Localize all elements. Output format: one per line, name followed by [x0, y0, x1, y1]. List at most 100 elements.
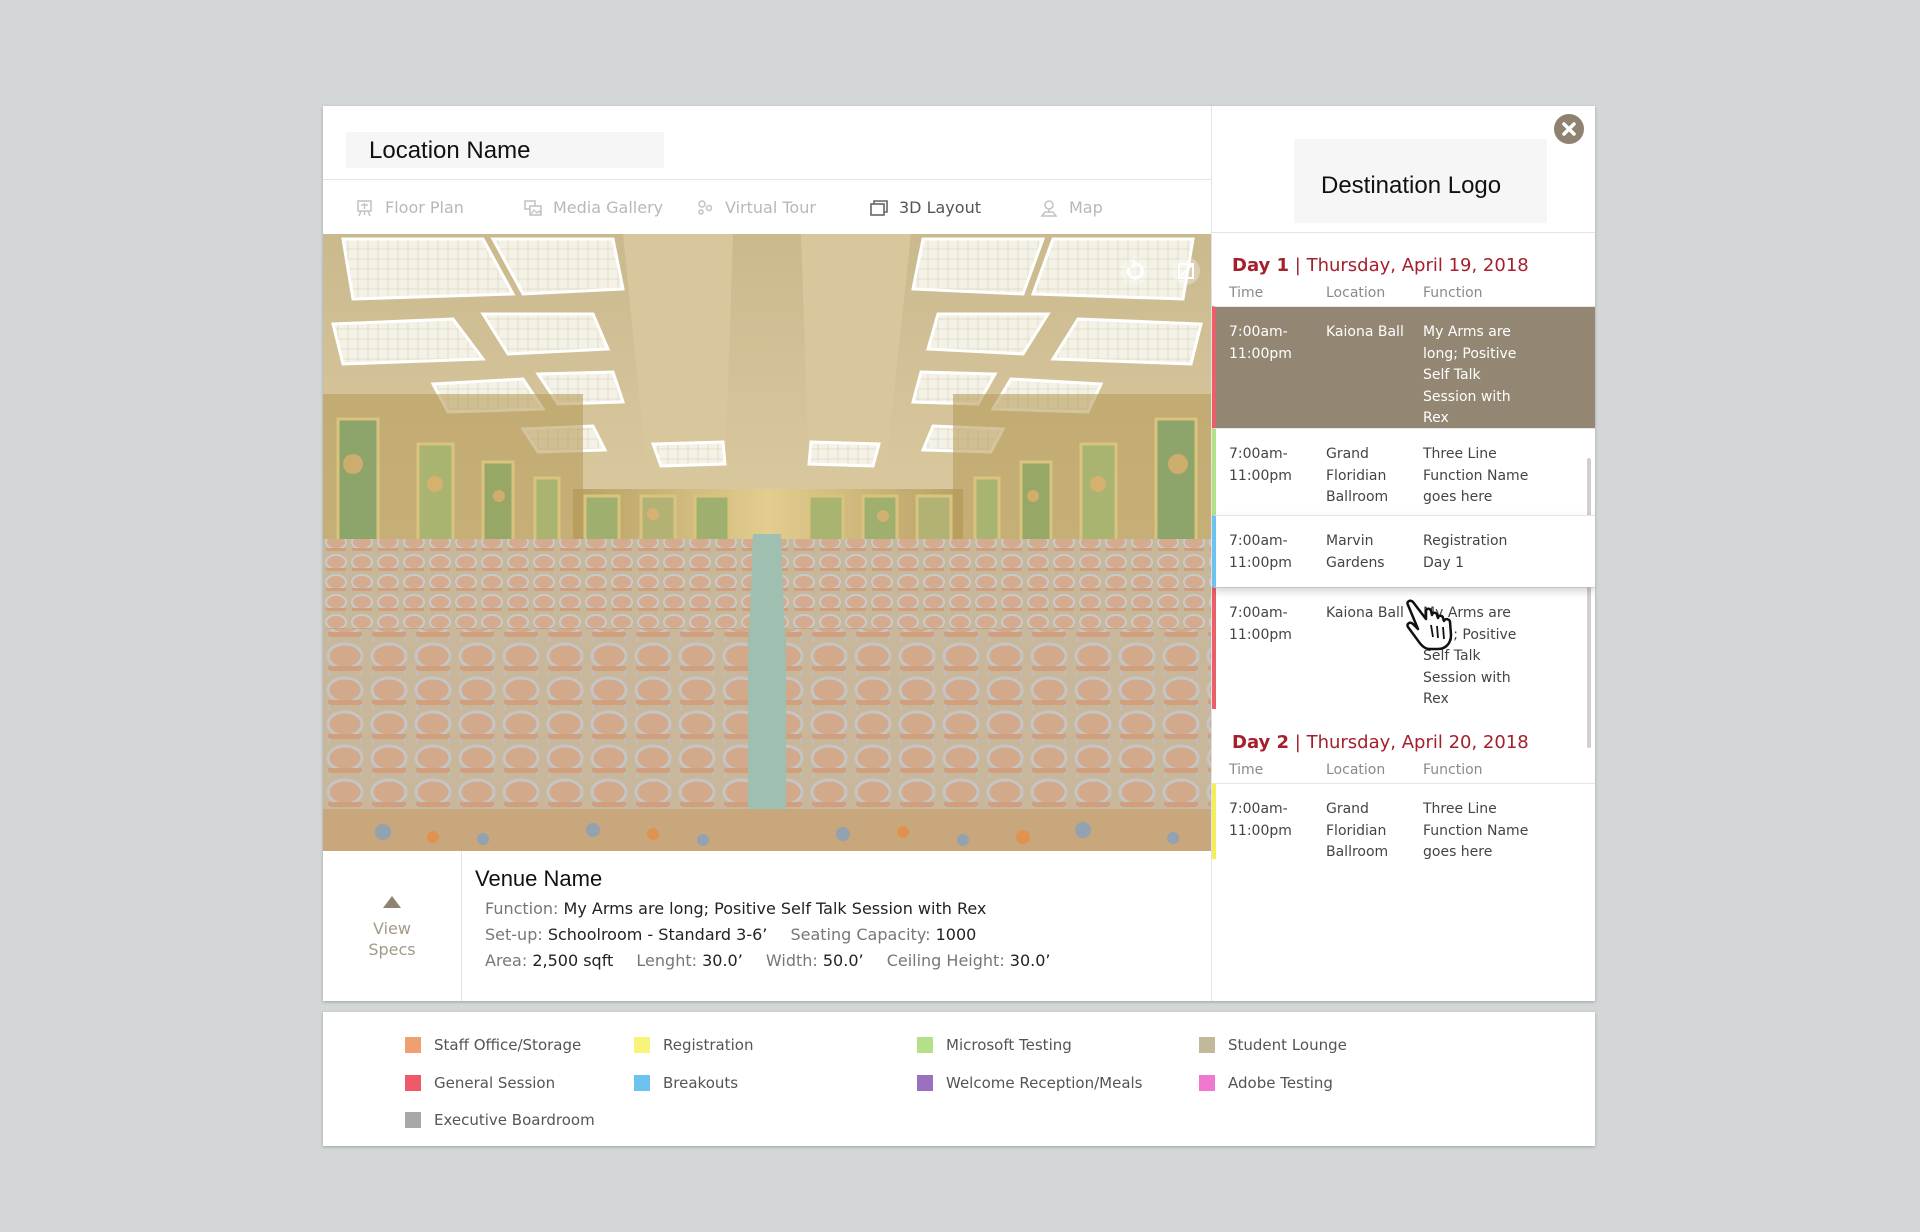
row-function-line: Self Talk — [1423, 648, 1481, 664]
row-function-line: Rex — [1423, 410, 1449, 426]
ceiling-label: Ceiling Height: — [886, 951, 1005, 970]
media-gallery-icon — [524, 200, 542, 216]
legend-label: Executive Boardroom — [434, 1111, 595, 1129]
column-header-function: Function — [1423, 762, 1483, 778]
row-function-line: Session with — [1423, 669, 1511, 686]
day-date: Thursday, April 19, 2018 — [1306, 255, 1529, 276]
row-time-line: 7:00am- — [1229, 801, 1288, 817]
legend-swatch — [405, 1112, 421, 1128]
row-location-line: Grand — [1326, 446, 1369, 462]
venue-specs: Venue Name Function: My Arms are long; P… — [475, 866, 1185, 970]
legend-swatch — [634, 1037, 650, 1053]
row-location: Marvin Gardens — [1326, 531, 1385, 574]
legend-swatch — [917, 1075, 933, 1091]
schedule-row[interactable]: 7:00am- 11:00pm Kaiona Ball My Arms are long… — [1212, 306, 1595, 428]
schedule-row[interactable]: 7:00am- 11:00pm Marvin Gardens Registration D… — [1212, 515, 1595, 587]
function-line: Function: My Arms are long; Positive Sel… — [485, 899, 1185, 918]
row-function: Registration Day 1 — [1423, 531, 1507, 574]
function-label: Function: — [485, 899, 559, 918]
schedule-row[interactable]: 7:00am- 11:00pm Grand Floridian Ballroom Thre… — [1212, 428, 1595, 515]
legend-item: Adobe Testing — [1199, 1074, 1333, 1092]
view-specs-toggle[interactable]: View Specs — [323, 851, 462, 1001]
column-header-time: Time — [1229, 762, 1264, 778]
length-label: Lenght: — [636, 951, 697, 970]
legend-item: Student Lounge — [1199, 1036, 1347, 1054]
virtual-tour-icon — [698, 200, 713, 215]
row-function-line: Function Name — [1423, 822, 1529, 839]
tab-label: Media Gallery — [553, 198, 664, 217]
row-function-line: Rex — [1423, 691, 1449, 707]
legend-swatch — [405, 1075, 421, 1091]
chevron-up-icon — [383, 896, 401, 908]
row-time-line: 11:00pm — [1229, 822, 1292, 839]
row-function: Three Line Function Name goes here — [1423, 799, 1528, 864]
row-function-line: Three Line — [1423, 801, 1497, 817]
capacity-label: Seating Capacity: — [790, 925, 931, 944]
row-location-line: Ballroom — [1326, 844, 1389, 860]
row-function-line: Registration — [1423, 533, 1508, 549]
row-time: 7:00am- 11:00pm — [1229, 799, 1292, 842]
legend-item: Microsoft Testing — [917, 1036, 1072, 1054]
row-location: Kaiona Ball — [1326, 322, 1404, 344]
day-heading: Day 1 | Thursday, April 19, 2018 — [1232, 255, 1529, 276]
row-location-line: Kaiona Ball — [1326, 324, 1404, 340]
ceiling-value: 30.0’ — [1009, 951, 1051, 970]
view-tabs: Floor Plan Media Gallery Virtual Tour 3D… — [323, 180, 1212, 240]
row-function-line: Session with — [1423, 388, 1511, 405]
room-type-legend: Staff Office/Storage Registration Microsof… — [323, 1012, 1595, 1146]
row-time-line: 7:00am- — [1229, 446, 1288, 462]
schedule-list[interactable]: Day 1 | Thursday, April 19, 2018 Time Loca… — [1212, 233, 1595, 1001]
column-header-location: Location — [1326, 762, 1386, 778]
setup-line: Set-up: Schoolroom - Standard 3-6’ Seati… — [485, 925, 1185, 944]
tab-label: Floor Plan — [385, 198, 464, 217]
capacity-value: 1000 — [935, 925, 977, 944]
row-function: Three Line Function Name goes here — [1423, 444, 1528, 509]
row-location-line: Grand — [1326, 801, 1369, 817]
row-time-line: 7:00am- — [1229, 533, 1288, 549]
legend-item: Welcome Reception/Meals — [917, 1074, 1143, 1092]
width-value: 50.0’ — [822, 951, 864, 970]
schedule-scrollbar[interactable] — [1587, 458, 1591, 748]
row-time: 7:00am- 11:00pm — [1229, 531, 1292, 574]
floor-plan-icon — [357, 200, 372, 217]
3d-layout-viewer[interactable] — [323, 234, 1211, 851]
view-specs-label-line2: Specs — [368, 940, 416, 959]
fullscreen-button[interactable] — [1171, 256, 1201, 286]
view-specs-label: View Specs — [323, 918, 461, 960]
row-function-line: long; Positive — [1423, 345, 1517, 362]
legend-item: Executive Boardroom — [405, 1111, 595, 1129]
row-location-line: Ballroom — [1326, 489, 1389, 505]
row-time-line: 11:00pm — [1229, 467, 1292, 484]
ballroom-3d-render — [323, 234, 1211, 851]
tab-label: Map — [1069, 198, 1103, 217]
schedule-row[interactable]: 7:00am- 11:00pm Grand Floridian Ballroom Thre… — [1212, 783, 1595, 860]
legend-item: Registration — [634, 1036, 753, 1054]
close-button[interactable] — [1554, 114, 1584, 144]
legend-swatch — [917, 1037, 933, 1053]
map-pin-icon — [1040, 200, 1058, 217]
legend-label: Microsoft Testing — [946, 1036, 1072, 1054]
function-value: My Arms are long; Positive Self Talk Ses… — [563, 899, 987, 918]
row-time: 7:00am- 11:00pm — [1229, 603, 1292, 646]
width-label: Width: — [765, 951, 818, 970]
row-location-line: Gardens — [1326, 554, 1385, 571]
row-time-line: 7:00am- — [1229, 605, 1288, 621]
row-time: 7:00am- 11:00pm — [1229, 322, 1292, 365]
reset-rotation-button[interactable] — [1120, 256, 1150, 286]
legend-item: Staff Office/Storage — [405, 1036, 581, 1054]
row-location-line: Floridian — [1326, 822, 1387, 839]
column-header-function: Function — [1423, 285, 1483, 301]
row-time-line: 11:00pm — [1229, 345, 1292, 362]
schedule-row[interactable]: 7:00am- 11:00pm Kaiona Ball My Arms are long… — [1212, 587, 1595, 709]
rotate-icon — [1121, 257, 1149, 285]
venue-details-column: Location Name Floor Plan Media Gallery V… — [323, 106, 1212, 1001]
legend-label: Registration — [663, 1036, 754, 1054]
tab-label: 3D Layout — [899, 198, 981, 217]
legend-swatch — [634, 1075, 650, 1091]
legend-swatch — [405, 1037, 421, 1053]
3d-layout-icon — [870, 200, 888, 216]
row-location: Kaiona Ball — [1326, 603, 1404, 625]
area-label: Area: — [485, 951, 528, 970]
row-time-line: 11:00pm — [1229, 626, 1292, 643]
legend-item: Breakouts — [634, 1074, 738, 1092]
